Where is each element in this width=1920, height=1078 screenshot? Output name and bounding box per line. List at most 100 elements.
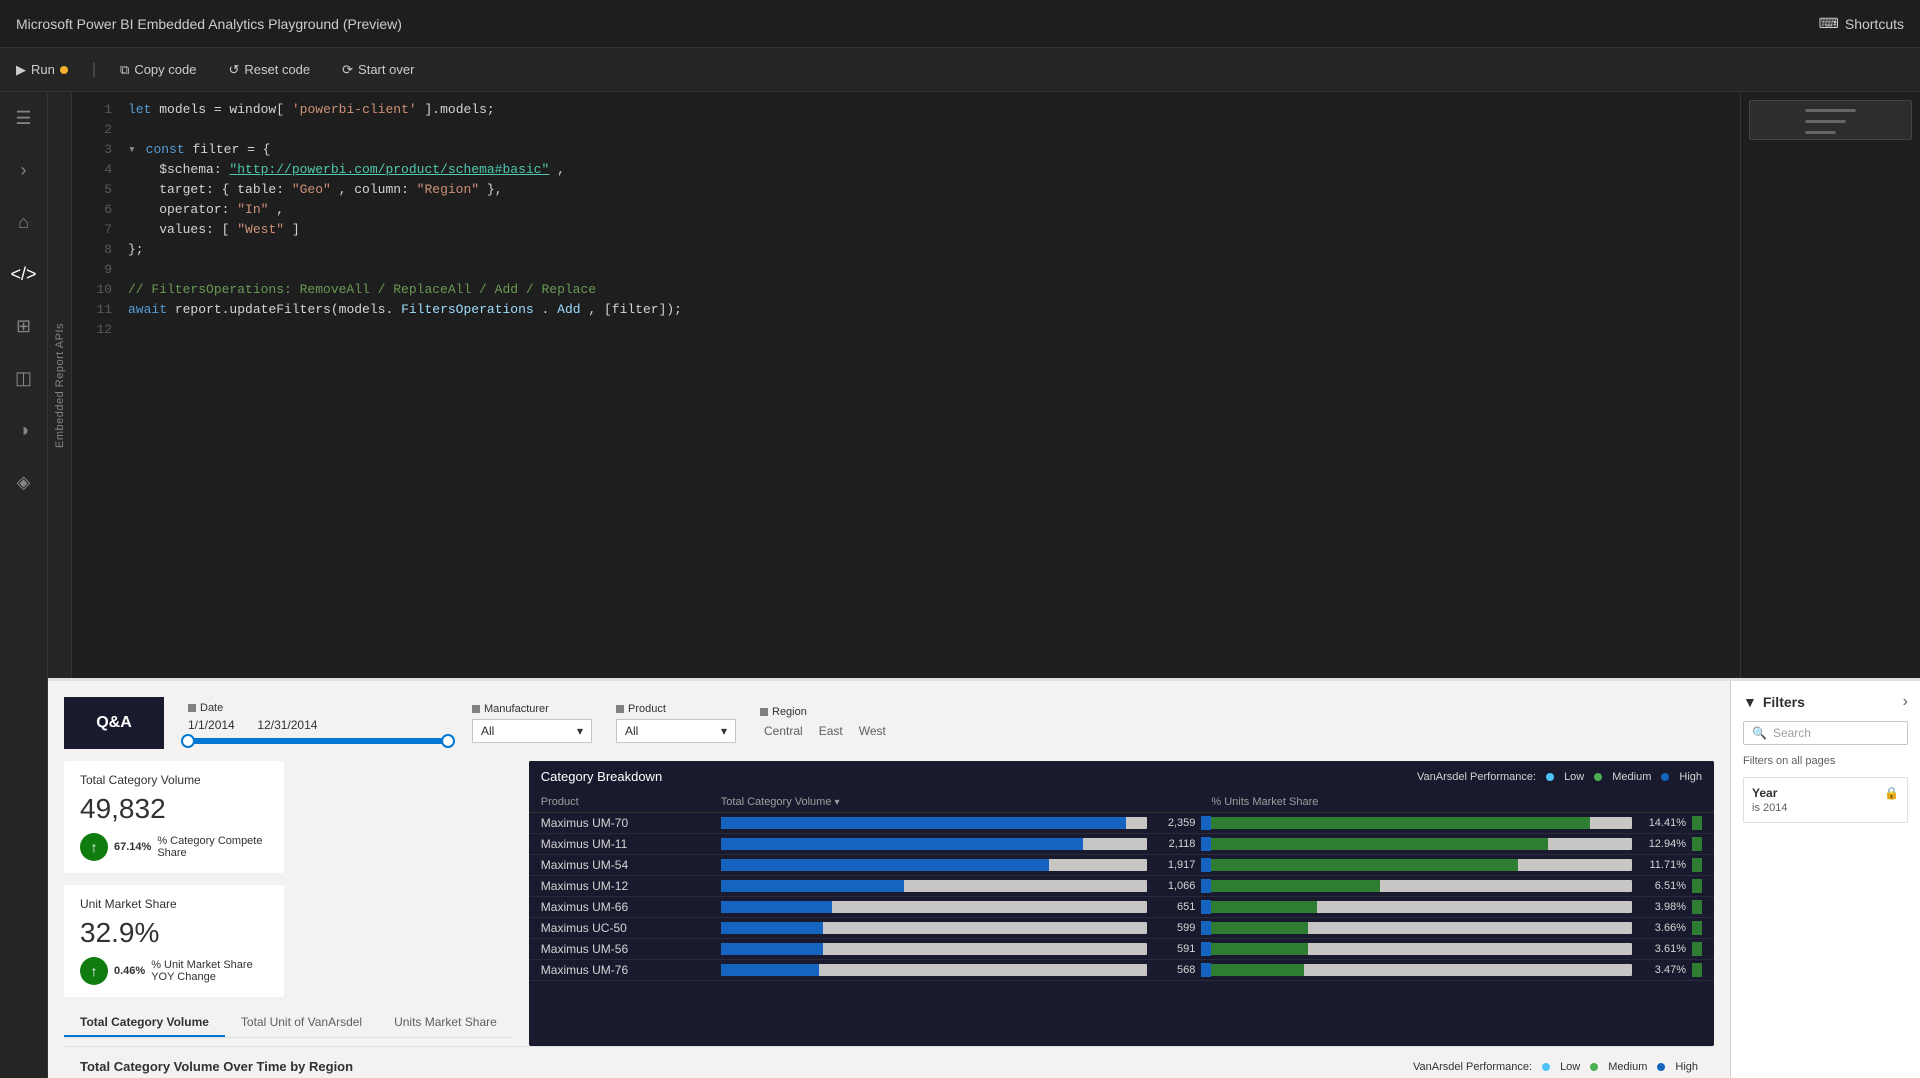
metric-sub-share: ↑ 0.46% % Unit Market Share YOY Change (80, 957, 268, 985)
sidebar-icon-data[interactable]: ◑ (6, 412, 42, 448)
filter-panel: ▼ Filters › 🔍 Search Filters on all page… (1730, 681, 1920, 1078)
product-dropdown[interactable]: All ▾ (616, 719, 736, 743)
left-sidebar: ☰ › ⌂ </> ⊞ ◫ ◑ ◈ (0, 92, 48, 1078)
indicator-green (1692, 963, 1702, 977)
start-over-icon: ⟳ (342, 62, 353, 78)
chart-tab-volume[interactable]: Total Category Volume (64, 1009, 225, 1037)
filter-lock-icon: 🔒 (1884, 786, 1899, 800)
table-row: Maximus UM-70 2,359 14.41% (529, 813, 1714, 834)
region-dot (760, 708, 768, 716)
top-bar: Microsoft Power BI Embedded Analytics Pl… (0, 0, 1920, 48)
filter-panel-title: ▼ Filters (1743, 694, 1805, 710)
reset-code-button[interactable]: ↺ Reset code (220, 58, 318, 82)
sidebar-icon-menu[interactable]: ☰ (6, 100, 42, 136)
filter-year-value: is 2014 (1752, 802, 1899, 814)
copy-code-button[interactable]: ⧉ Copy code (112, 58, 204, 82)
indicator-green (1692, 921, 1702, 935)
indicator-blue (1201, 879, 1211, 893)
date-dot (188, 704, 196, 712)
sidebar-icon-layout[interactable]: ◫ (6, 360, 42, 396)
date-slider[interactable] (188, 738, 448, 744)
table-row: Maximus UM-66 651 3.98% (529, 897, 1714, 918)
product-value: All (625, 724, 638, 738)
indicator-green (1692, 900, 1702, 914)
bottom-legend-low-label: Low (1560, 1061, 1580, 1073)
legend-medium-label: Medium (1612, 771, 1651, 783)
region-central[interactable]: Central (760, 722, 807, 740)
chart-tab-market[interactable]: Units Market Share (378, 1009, 513, 1037)
bottom-legend-medium-dot (1590, 1063, 1598, 1071)
date-slider-thumb-left[interactable] (181, 734, 195, 748)
manufacturer-filter: Manufacturer All ▾ (472, 703, 592, 743)
product-filter: Product All ▾ (616, 703, 736, 743)
reset-code-label: Reset code (244, 62, 310, 77)
vanarsdel-label: VanArsdel Performance: (1417, 771, 1536, 783)
toolbar: ▶ Run | ⧉ Copy code ↺ Reset code ⟳ Start… (0, 48, 1920, 92)
breakdown-col-headers: Product Total Category Volume ▾ % Units … (529, 792, 1714, 813)
reset-icon: ↺ (228, 62, 239, 78)
sidebar-icon-grid[interactable]: ⊞ (6, 308, 42, 344)
filter-search-box[interactable]: 🔍 Search (1743, 721, 1908, 745)
bottom-chart-header: Total Category Volume Over Time by Regio… (80, 1059, 1698, 1074)
keyboard-icon: ⌨ (1819, 15, 1839, 32)
indicator-blue (1201, 837, 1211, 851)
manufacturer-value: All (481, 724, 494, 738)
bottom-chart-title: Total Category Volume Over Time by Regio… (80, 1059, 353, 1074)
indicator-blue (1201, 921, 1211, 935)
start-over-button[interactable]: ⟳ Start over (334, 58, 422, 82)
indicator-green (1692, 942, 1702, 956)
qa-label: Q&A (96, 714, 132, 732)
metric-card-share: Unit Market Share 32.9% ↑ 0.46% % Unit M… (64, 885, 284, 997)
code-line-9: 9 (72, 260, 1740, 280)
chart-tab-unit[interactable]: Total Unit of VanArsdel (225, 1009, 378, 1037)
chevron-down-icon: ▾ (577, 724, 583, 738)
region-west[interactable]: West (855, 722, 890, 740)
filter-title-text: Filters (1763, 694, 1805, 710)
shortcuts-button[interactable]: ⌨ Shortcuts (1819, 15, 1904, 32)
date-to: 12/31/2014 (257, 718, 317, 732)
code-line-5: 5 target: { table: "Geo" , column: "Regi… (72, 180, 1740, 200)
table-row: Maximus UM-12 1,066 6.51% (529, 876, 1714, 897)
sidebar-icon-expand[interactable]: › (6, 152, 42, 188)
breakdown-header: Category Breakdown VanArsdel Performance… (529, 761, 1714, 792)
region-east[interactable]: East (815, 722, 847, 740)
code-editor[interactable]: 1 let models = window[ 'powerbi-client' … (72, 92, 1740, 678)
run-button[interactable]: ▶ Run (8, 58, 76, 82)
copy-code-label: Copy code (134, 62, 196, 77)
legend-medium-dot (1594, 773, 1602, 781)
code-line-2: 2 (72, 120, 1740, 140)
sidebar-icon-code[interactable]: </> (6, 256, 42, 292)
table-row: Maximus UM-56 591 3.61% (529, 939, 1714, 960)
filter-expand-icon[interactable]: › (1903, 693, 1908, 711)
report-content: Q&A Date 1/1/2014 12/31/2014 (48, 681, 1730, 1078)
metric-pct-volume: 67.14% (114, 841, 151, 853)
sidebar-icon-analytics[interactable]: ◈ (6, 464, 42, 500)
filter-section-label: Filters on all pages (1743, 755, 1908, 767)
table-row: Maximus UM-54 1,917 11.71% (529, 855, 1714, 876)
bottom-vanarsdel-label: VanArsdel Performance: (1413, 1061, 1532, 1073)
filter-panel-header: ▼ Filters › (1743, 693, 1908, 711)
qa-box[interactable]: Q&A (64, 697, 164, 749)
metric-card-volume: Total Category Volume 49,832 ↑ 67.14% % … (64, 761, 284, 873)
manufacturer-dropdown[interactable]: All ▾ (472, 719, 592, 743)
region-buttons: Central East West (760, 722, 890, 740)
code-line-11: 11 await report.updateFilters(models. Fi… (72, 300, 1740, 320)
date-slider-thumb-right[interactable] (441, 734, 455, 748)
filter-icon: ▼ (1743, 694, 1757, 710)
indicator-blue (1201, 900, 1211, 914)
sidebar-icon-home[interactable]: ⌂ (6, 204, 42, 240)
run-label: Run (31, 62, 55, 77)
filter-year-title-text: Year (1752, 786, 1777, 800)
date-filter: Date 1/1/2014 12/31/2014 (188, 702, 448, 744)
run-icon: ▶ (16, 62, 26, 78)
separator-1: | (92, 61, 96, 79)
filter-year-card: Year 🔒 is 2014 (1743, 777, 1908, 823)
chevron-down-icon-2: ▾ (721, 724, 727, 738)
indicator-blue (1201, 816, 1211, 830)
metric-title-share: Unit Market Share (80, 897, 268, 911)
editor-area: Embedded Report APIs 1 let models = wind… (48, 92, 1920, 678)
collapse-arrow[interactable]: ▾ (128, 142, 144, 157)
app-title: Microsoft Power BI Embedded Analytics Pl… (16, 16, 1819, 32)
report-section: Q&A Date 1/1/2014 12/31/2014 (48, 678, 1920, 1078)
breakdown-rows: Maximus UM-70 2,359 14.41% (529, 813, 1714, 1046)
